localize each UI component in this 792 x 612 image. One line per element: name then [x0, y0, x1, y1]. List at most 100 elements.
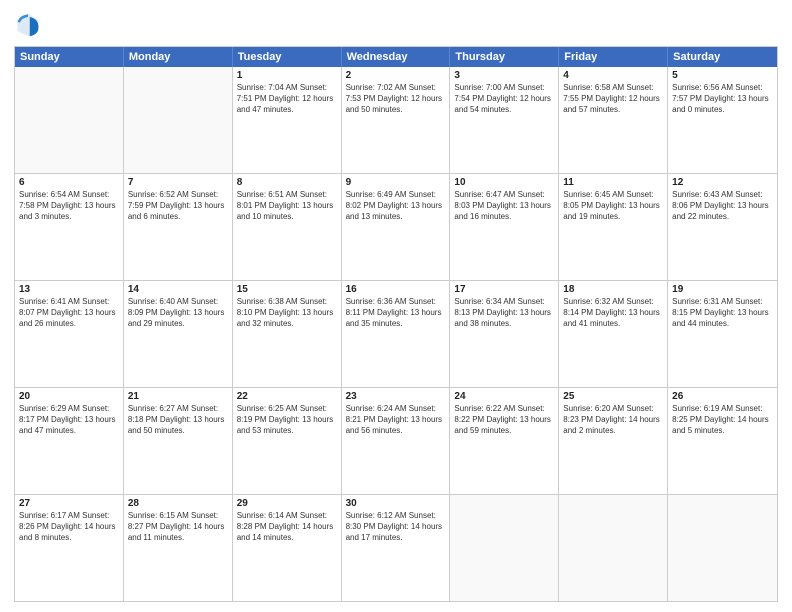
calendar-cell: [15, 67, 124, 173]
weekday-header-monday: Monday: [124, 47, 233, 67]
calendar-cell: 5 Sunrise: 6:56 AM Sunset: 7:57 PM Daylig…: [668, 67, 777, 173]
cell-text: Sunrise: 7:02 AM Sunset: 7:53 PM Dayligh…: [346, 83, 446, 115]
day-number: 7: [128, 177, 228, 188]
cell-text: Sunrise: 6:54 AM Sunset: 7:58 PM Dayligh…: [19, 190, 119, 222]
cell-text: Sunrise: 6:45 AM Sunset: 8:05 PM Dayligh…: [563, 190, 663, 222]
cell-text: Sunrise: 6:56 AM Sunset: 7:57 PM Dayligh…: [672, 83, 773, 115]
day-number: 8: [237, 177, 337, 188]
calendar-cell: 6 Sunrise: 6:54 AM Sunset: 7:58 PM Daylig…: [15, 174, 124, 280]
day-number: 6: [19, 177, 119, 188]
cell-text: Sunrise: 6:12 AM Sunset: 8:30 PM Dayligh…: [346, 511, 446, 543]
calendar-cell: 22 Sunrise: 6:25 AM Sunset: 8:19 PM Dayli…: [233, 388, 342, 494]
calendar-cell: 30 Sunrise: 6:12 AM Sunset: 8:30 PM Dayli…: [342, 495, 451, 601]
cell-text: Sunrise: 6:22 AM Sunset: 8:22 PM Dayligh…: [454, 404, 554, 436]
weekday-header-friday: Friday: [559, 47, 668, 67]
cell-text: Sunrise: 6:58 AM Sunset: 7:55 PM Dayligh…: [563, 83, 663, 115]
day-number: 24: [454, 391, 554, 402]
day-number: 17: [454, 284, 554, 295]
cell-text: Sunrise: 6:49 AM Sunset: 8:02 PM Dayligh…: [346, 190, 446, 222]
day-number: 9: [346, 177, 446, 188]
calendar-cell: 13 Sunrise: 6:41 AM Sunset: 8:07 PM Dayli…: [15, 281, 124, 387]
day-number: 14: [128, 284, 228, 295]
calendar-header: SundayMondayTuesdayWednesdayThursdayFrid…: [15, 47, 777, 67]
day-number: 16: [346, 284, 446, 295]
calendar-body: 1 Sunrise: 7:04 AM Sunset: 7:51 PM Daylig…: [15, 67, 777, 601]
day-number: 20: [19, 391, 119, 402]
cell-text: Sunrise: 7:04 AM Sunset: 7:51 PM Dayligh…: [237, 83, 337, 115]
calendar-cell: 14 Sunrise: 6:40 AM Sunset: 8:09 PM Dayli…: [124, 281, 233, 387]
calendar-cell: 10 Sunrise: 6:47 AM Sunset: 8:03 PM Dayli…: [450, 174, 559, 280]
calendar-cell: 16Sunrise: 6:36 AM Sunset: 8:11 PM Dayli…: [342, 281, 451, 387]
day-number: 28: [128, 498, 228, 509]
calendar: SundayMondayTuesdayWednesdayThursdayFrid…: [14, 46, 778, 602]
calendar-cell: 11 Sunrise: 6:45 AM Sunset: 8:05 PM Dayli…: [559, 174, 668, 280]
cell-text: Sunrise: 6:38 AM Sunset: 8:10 PM Dayligh…: [237, 297, 337, 329]
cell-text: Sunrise: 6:41 AM Sunset: 8:07 PM Dayligh…: [19, 297, 119, 329]
cell-text: Sunrise: 6:43 AM Sunset: 8:06 PM Dayligh…: [672, 190, 773, 222]
day-number: 27: [19, 498, 119, 509]
cell-text: Sunrise: 6:25 AM Sunset: 8:19 PM Dayligh…: [237, 404, 337, 436]
day-number: 18: [563, 284, 663, 295]
cell-text: Sunrise: 7:00 AM Sunset: 7:54 PM Dayligh…: [454, 83, 554, 115]
cell-text: Sunrise: 6:19 AM Sunset: 8:25 PM Dayligh…: [672, 404, 773, 436]
calendar-row-2: 13 Sunrise: 6:41 AM Sunset: 8:07 PM Dayli…: [15, 280, 777, 387]
day-number: 25: [563, 391, 663, 402]
cell-text: Sunrise: 6:51 AM Sunset: 8:01 PM Dayligh…: [237, 190, 337, 222]
calendar-cell: 21 Sunrise: 6:27 AM Sunset: 8:18 PM Dayli…: [124, 388, 233, 494]
calendar-cell: 2 Sunrise: 7:02 AM Sunset: 7:53 PM Daylig…: [342, 67, 451, 173]
cell-text: Sunrise: 6:20 AM Sunset: 8:23 PM Dayligh…: [563, 404, 663, 436]
cell-text: Sunrise: 6:31 AM Sunset: 8:15 PM Dayligh…: [672, 297, 773, 329]
calendar-cell: 8 Sunrise: 6:51 AM Sunset: 8:01 PM Daylig…: [233, 174, 342, 280]
weekday-header-saturday: Saturday: [668, 47, 777, 67]
day-number: 26: [672, 391, 773, 402]
calendar-cell: 27Sunrise: 6:17 AM Sunset: 8:26 PM Dayli…: [15, 495, 124, 601]
day-number: 5: [672, 70, 773, 81]
cell-text: Sunrise: 6:40 AM Sunset: 8:09 PM Dayligh…: [128, 297, 228, 329]
calendar-cell: 17Sunrise: 6:34 AM Sunset: 8:13 PM Dayli…: [450, 281, 559, 387]
calendar-cell: 24 Sunrise: 6:22 AM Sunset: 8:22 PM Dayli…: [450, 388, 559, 494]
calendar-cell: 23 Sunrise: 6:24 AM Sunset: 8:21 PM Dayli…: [342, 388, 451, 494]
day-number: 15: [237, 284, 337, 295]
weekday-header-thursday: Thursday: [450, 47, 559, 67]
day-number: 13: [19, 284, 119, 295]
day-number: 10: [454, 177, 554, 188]
calendar-row-0: 1 Sunrise: 7:04 AM Sunset: 7:51 PM Daylig…: [15, 67, 777, 173]
logo: [14, 10, 46, 38]
cell-text: Sunrise: 6:27 AM Sunset: 8:18 PM Dayligh…: [128, 404, 228, 436]
day-number: 4: [563, 70, 663, 81]
header: [14, 10, 778, 38]
day-number: 29: [237, 498, 337, 509]
day-number: 1: [237, 70, 337, 81]
cell-text: Sunrise: 6:47 AM Sunset: 8:03 PM Dayligh…: [454, 190, 554, 222]
cell-text: Sunrise: 6:32 AM Sunset: 8:14 PM Dayligh…: [563, 297, 663, 329]
calendar-cell: 3 Sunrise: 7:00 AM Sunset: 7:54 PM Daylig…: [450, 67, 559, 173]
calendar-cell: 7 Sunrise: 6:52 AM Sunset: 7:59 PM Daylig…: [124, 174, 233, 280]
day-number: 11: [563, 177, 663, 188]
calendar-cell: 20Sunrise: 6:29 AM Sunset: 8:17 PM Dayli…: [15, 388, 124, 494]
weekday-header-tuesday: Tuesday: [233, 47, 342, 67]
general-blue-logo-icon: [14, 10, 42, 38]
weekday-header-wednesday: Wednesday: [342, 47, 451, 67]
calendar-cell: 12Sunrise: 6:43 AM Sunset: 8:06 PM Dayli…: [668, 174, 777, 280]
cell-text: Sunrise: 6:15 AM Sunset: 8:27 PM Dayligh…: [128, 511, 228, 543]
calendar-cell: 15 Sunrise: 6:38 AM Sunset: 8:10 PM Dayli…: [233, 281, 342, 387]
day-number: 30: [346, 498, 446, 509]
day-number: 22: [237, 391, 337, 402]
cell-text: Sunrise: 6:24 AM Sunset: 8:21 PM Dayligh…: [346, 404, 446, 436]
calendar-cell: [559, 495, 668, 601]
cell-text: Sunrise: 6:14 AM Sunset: 8:28 PM Dayligh…: [237, 511, 337, 543]
calendar-cell: 28 Sunrise: 6:15 AM Sunset: 8:27 PM Dayli…: [124, 495, 233, 601]
day-number: 21: [128, 391, 228, 402]
calendar-cell: 1 Sunrise: 7:04 AM Sunset: 7:51 PM Daylig…: [233, 67, 342, 173]
cell-text: Sunrise: 6:52 AM Sunset: 7:59 PM Dayligh…: [128, 190, 228, 222]
day-number: 3: [454, 70, 554, 81]
calendar-cell: [450, 495, 559, 601]
page: SundayMondayTuesdayWednesdayThursdayFrid…: [0, 0, 792, 612]
calendar-row-3: 20Sunrise: 6:29 AM Sunset: 8:17 PM Dayli…: [15, 387, 777, 494]
day-number: 23: [346, 391, 446, 402]
calendar-cell: 19Sunrise: 6:31 AM Sunset: 8:15 PM Dayli…: [668, 281, 777, 387]
calendar-cell: 4 Sunrise: 6:58 AM Sunset: 7:55 PM Daylig…: [559, 67, 668, 173]
calendar-cell: [668, 495, 777, 601]
day-number: 2: [346, 70, 446, 81]
weekday-header-sunday: Sunday: [15, 47, 124, 67]
